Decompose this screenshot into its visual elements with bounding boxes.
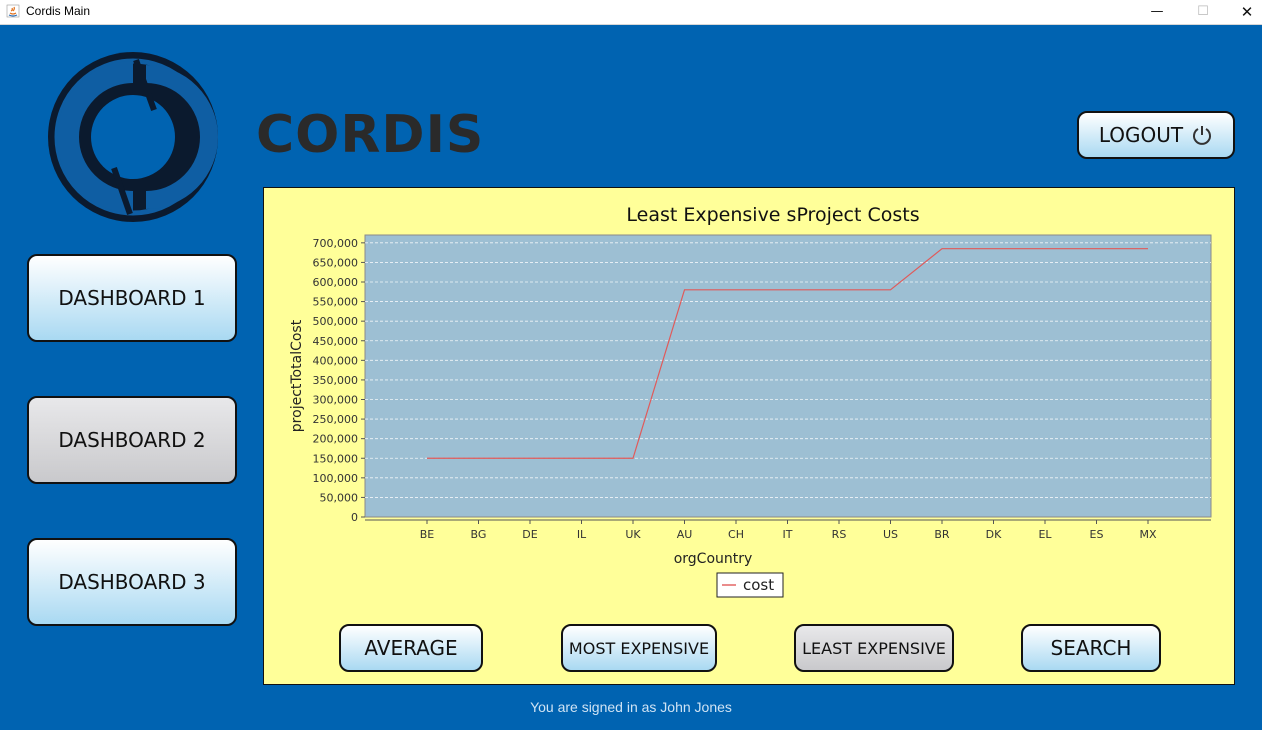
x-tick-label: CH — [728, 528, 744, 541]
y-tick-label: 50,000 — [320, 491, 359, 504]
logout-label: LOGOUT — [1098, 123, 1184, 147]
cordis-logo-icon — [48, 52, 218, 222]
legend-label: cost — [743, 576, 774, 594]
minimize-button[interactable]: — — [1134, 0, 1180, 24]
y-tick-label: 200,000 — [313, 433, 359, 446]
search-button[interactable]: SEARCH — [1021, 624, 1161, 672]
x-tick-label: BE — [420, 528, 435, 541]
y-tick-label: 400,000 — [313, 354, 359, 367]
y-tick-label: 250,000 — [313, 413, 359, 426]
plot-area — [364, 234, 1212, 518]
dashboard-2-button[interactable]: DASHBOARD 2 — [27, 396, 237, 484]
logout-button[interactable]: LOGOUT — [1077, 111, 1235, 159]
y-tick-label: 300,000 — [313, 394, 359, 407]
app-window: CORDIS LOGOUT DASHBOARD 1 DASHBOARD 2 DA… — [0, 25, 1262, 730]
close-button[interactable]: ✕ — [1224, 0, 1262, 24]
dashboard-3-button[interactable]: DASHBOARD 3 — [27, 538, 237, 626]
y-tick-label: 500,000 — [313, 315, 359, 328]
y-tick-label: 650,000 — [313, 256, 359, 269]
chart-panel: Least Expensive sProject Costs 0 50,000 100… — [263, 187, 1235, 685]
y-tick-label: 550,000 — [313, 296, 359, 309]
x-tick-label: US — [883, 528, 898, 541]
x-tick-label: IL — [577, 528, 587, 541]
x-tick-label: EL — [1038, 528, 1052, 541]
maximize-button[interactable]: ☐ — [1180, 0, 1226, 24]
y-tick-label: 700,000 — [313, 237, 359, 250]
y-tick-label: 0 — [351, 511, 358, 524]
y-tick-label: 600,000 — [313, 276, 359, 289]
most-expensive-button[interactable]: MOST EXPENSIVE — [561, 624, 717, 672]
brand-title: CORDIS — [256, 105, 485, 165]
y-tick-label: 100,000 — [313, 472, 359, 485]
y-tick-label: 350,000 — [313, 374, 359, 387]
signed-in-status: You are signed in as John Jones — [530, 699, 732, 715]
y-tick-label: 150,000 — [313, 452, 359, 465]
x-tick-label: MX — [1139, 528, 1156, 541]
title-bar: Cordis Main — ☐ ✕ — [0, 0, 1262, 25]
dashboard-1-button[interactable]: DASHBOARD 1 — [27, 254, 237, 342]
x-tick-label: RS — [832, 528, 847, 541]
x-tick-label: DE — [522, 528, 537, 541]
least-expensive-button[interactable]: LEAST EXPENSIVE — [794, 624, 954, 672]
x-tick-label: ES — [1090, 528, 1104, 541]
x-tick-label: DK — [986, 528, 1002, 541]
x-tick-label: BG — [471, 528, 487, 541]
chart-title: Least Expensive sProject Costs — [626, 204, 919, 226]
y-axis-label: projectTotalCost — [289, 319, 305, 432]
x-tick-label: AU — [677, 528, 693, 541]
x-tick-label: UK — [625, 528, 641, 541]
java-app-icon — [6, 4, 20, 18]
x-tick-label: IT — [783, 528, 793, 541]
x-tick-label: BR — [934, 528, 950, 541]
line-chart: Least Expensive sProject Costs 0 50,000 100… — [289, 204, 1212, 598]
average-button[interactable]: AVERAGE — [339, 624, 483, 672]
window-title: Cordis Main — [26, 4, 91, 18]
y-tick-label: 450,000 — [313, 335, 359, 348]
x-axis-label: orgCountry — [674, 551, 753, 567]
power-icon — [1193, 126, 1212, 145]
